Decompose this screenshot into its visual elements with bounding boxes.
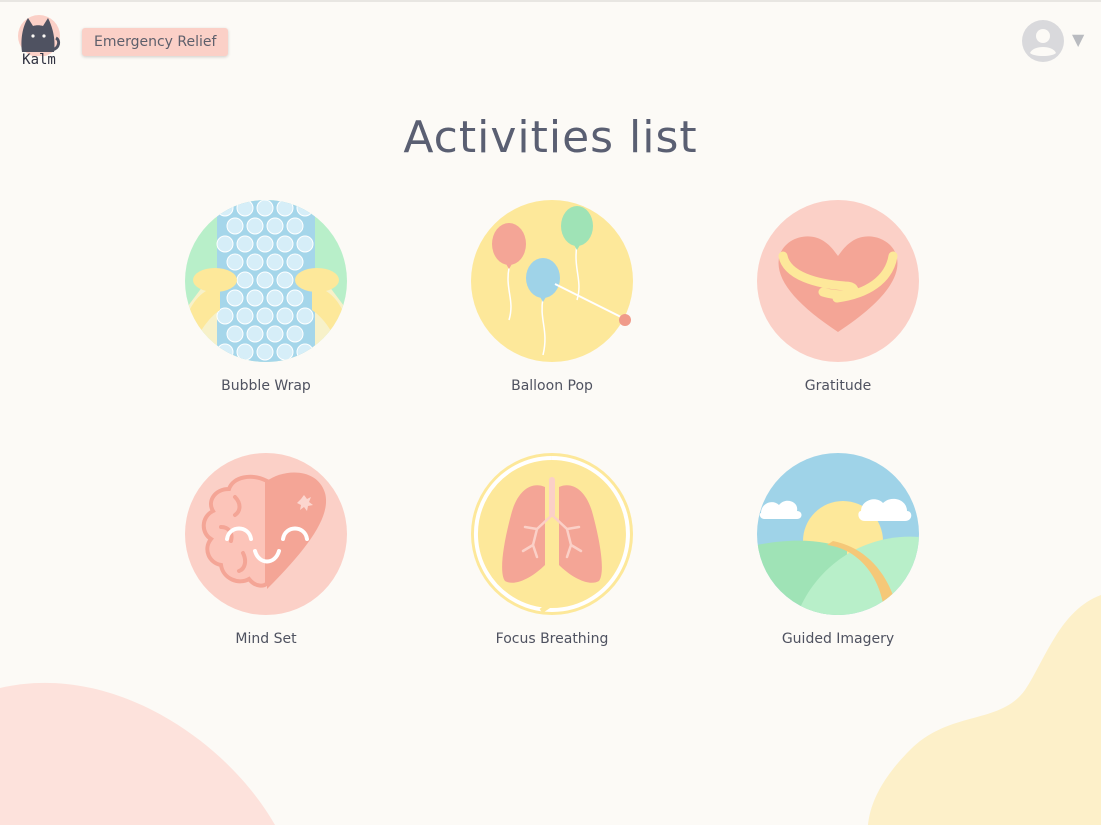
activity-card-mind-set[interactable]: Mind Set [166, 453, 366, 663]
activity-card-focus-breathing[interactable]: Focus Breathing [452, 453, 652, 663]
bubble [276, 307, 294, 325]
activity-card-balloon-pop[interactable]: Balloon Pop [452, 200, 652, 410]
bubble [296, 200, 314, 217]
bubble [246, 289, 264, 307]
bubble [256, 235, 274, 253]
lungs-icon [471, 453, 633, 615]
bubble [286, 253, 304, 271]
landscape-icon [757, 453, 919, 615]
top-border [0, 0, 1101, 2]
chevron-down-icon: ▼ [1072, 30, 1085, 49]
bubble [216, 200, 234, 217]
bubble [296, 235, 314, 253]
user-avatar-icon [1022, 20, 1064, 62]
bubble [256, 271, 274, 289]
bubble [266, 289, 284, 307]
bubble [226, 325, 244, 343]
bubble [276, 343, 294, 361]
bubble [236, 343, 254, 361]
bubble [266, 217, 284, 235]
bubble [256, 200, 274, 217]
bubble [226, 217, 244, 235]
logo-text: Kalm [22, 52, 56, 68]
activity-label: Focus Breathing [495, 631, 609, 647]
bubble [296, 343, 314, 361]
bubble [226, 289, 244, 307]
activity-card-bubble-wrap[interactable]: Bubble Wrap [166, 200, 366, 410]
bubble [276, 271, 294, 289]
page-title: Activities list [403, 112, 698, 163]
bubble [236, 307, 254, 325]
bubble [226, 253, 244, 271]
bubble [286, 289, 304, 307]
activity-label: Guided Imagery [781, 631, 895, 647]
activity-label: Balloon Pop [511, 378, 593, 394]
emergency-relief-button[interactable]: Emergency Relief [82, 28, 229, 56]
activity-label: Bubble Wrap [221, 378, 311, 394]
decorative-blob-pink [0, 682, 275, 825]
activity-card-guided-imagery[interactable]: Guided Imagery [738, 453, 938, 663]
bubble [246, 325, 264, 343]
bubble [236, 235, 254, 253]
bubble [276, 200, 294, 217]
bubble [216, 343, 234, 361]
bubble [286, 325, 304, 343]
bubble [266, 253, 284, 271]
kalm-logo[interactable]: Kalm [16, 14, 62, 70]
bubble [216, 235, 234, 253]
bubble [276, 235, 294, 253]
bubble-wrap-icon [185, 200, 347, 362]
bubble [246, 253, 264, 271]
brain-heart-icon [185, 453, 347, 615]
activity-card-gratitude[interactable]: Gratitude [738, 200, 938, 410]
bubble [286, 217, 304, 235]
bubble [236, 271, 254, 289]
bubble [266, 325, 284, 343]
activity-label: Gratitude [804, 378, 872, 394]
account-menu[interactable]: ▼ [1022, 20, 1092, 64]
heart-hug-icon [757, 200, 919, 362]
activity-label: Mind Set [235, 631, 297, 647]
bubble [256, 307, 274, 325]
bubble [256, 343, 274, 361]
bubble [236, 200, 254, 217]
bubble [296, 307, 314, 325]
balloon-icon [471, 200, 633, 362]
bubble [246, 217, 264, 235]
cat-logo-icon [18, 15, 61, 56]
